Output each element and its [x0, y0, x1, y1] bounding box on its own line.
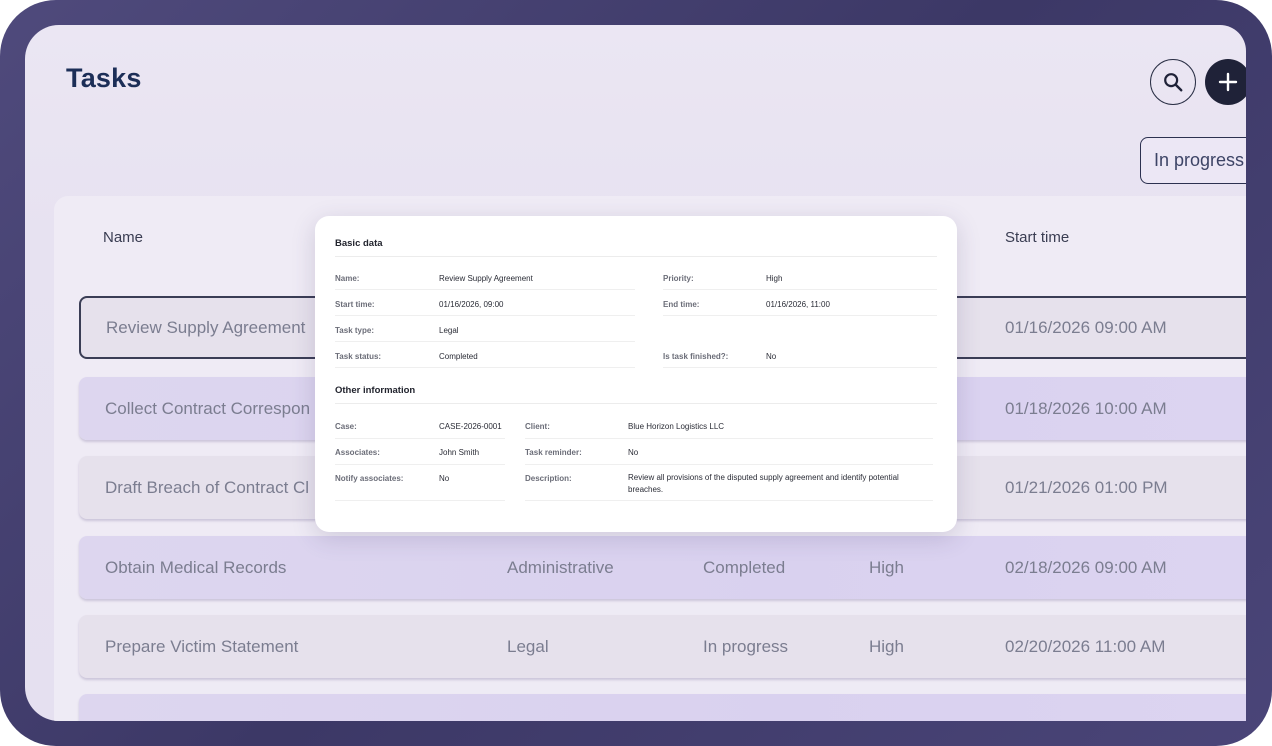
field-label-end-time: End time:	[663, 300, 700, 309]
status-filter-chip[interactable]: In progress	[1140, 137, 1246, 184]
row-name: Draft Breach of Contract Cl	[105, 477, 310, 497]
field-value-task-type: Legal	[439, 326, 459, 335]
row-start-time: 01/18/2026 10:00 AM	[1005, 398, 1167, 418]
row-task-type: Legal	[507, 636, 549, 656]
divider	[525, 500, 933, 501]
divider	[335, 500, 505, 501]
divider	[335, 289, 635, 290]
row-task-type: Administrative	[507, 557, 614, 577]
section-title-other-information: Other information	[335, 385, 416, 396]
field-label-case: Case:	[335, 422, 357, 431]
field-value-case: CASE-2026-0001	[439, 422, 502, 431]
device-frame: Tasks In progress Name Start time Review…	[0, 0, 1272, 746]
field-label-client: Client:	[525, 422, 550, 431]
divider	[525, 464, 933, 465]
row-start-time: 02/18/2026 09:00 AM	[1005, 557, 1167, 577]
row-name: Prepare Victim Statement	[105, 636, 299, 656]
search-icon	[1164, 73, 1183, 92]
row-start-time: 01/21/2026 01:00 PM	[1005, 477, 1168, 497]
field-label-name: Name:	[335, 274, 360, 283]
field-value-associates: John Smith	[439, 448, 480, 457]
divider	[335, 341, 635, 342]
plus-icon	[1218, 72, 1238, 92]
field-value-end-time: 01/16/2026, 11:00	[766, 300, 830, 309]
row-start-time: 01/16/2026 09:00 AM	[1005, 317, 1167, 337]
divider	[335, 367, 635, 368]
table-row[interactable]: Obtain Medical Records Administrative Co…	[79, 536, 1246, 599]
divider	[335, 438, 505, 439]
search-button[interactable]	[1150, 59, 1196, 105]
divider	[335, 464, 505, 465]
table-row[interactable]: Prepare Victim Statement Legal In progre…	[79, 615, 1246, 678]
row-name: Review Supply Agreement	[106, 317, 306, 337]
field-value-start-time: 01/16/2026, 09:00	[439, 300, 504, 309]
divider	[663, 367, 937, 368]
row-task-status: Completed	[703, 557, 786, 577]
row-task-status: In progress	[703, 636, 789, 656]
app-screen: Tasks In progress Name Start time Review…	[25, 25, 1246, 721]
field-label-is-finished: Is task finished?:	[663, 352, 729, 361]
divider	[525, 438, 933, 439]
divider	[335, 403, 937, 404]
task-details-popup: Basic data Name: Review Supply Agreement…	[315, 216, 957, 532]
field-value-priority: High	[766, 274, 783, 283]
field-value-name: Review Supply Agreement	[439, 274, 533, 283]
column-header-start-time[interactable]: Start time	[1005, 229, 1069, 246]
table-row[interactable]	[79, 694, 1246, 721]
section-title-basic-data: Basic data	[335, 238, 383, 249]
field-value-description: Review all provisions of the disputed su…	[628, 473, 899, 494]
row-name: Collect Contract Correspon	[105, 398, 311, 418]
field-label-description: Description:	[525, 474, 572, 483]
row-name: Obtain Medical Records	[105, 557, 287, 577]
divider	[335, 315, 635, 316]
divider	[663, 289, 937, 290]
field-value-is-finished: No	[766, 352, 777, 361]
field-label-priority: Priority:	[663, 274, 694, 283]
field-label-start-time: Start time:	[335, 300, 375, 309]
field-value-client: Blue Horizon Logistics LLC	[628, 422, 725, 431]
page-title: Tasks	[66, 63, 142, 93]
field-value-notify-associates: No	[439, 474, 450, 483]
field-label-associates: Associates:	[335, 448, 380, 457]
field-label-task-type: Task type:	[335, 326, 374, 335]
row-priority: High	[869, 557, 904, 577]
field-label-task-reminder: Task reminder:	[525, 448, 582, 457]
field-label-task-status: Task status:	[335, 352, 382, 361]
add-task-button[interactable]	[1205, 59, 1246, 105]
field-label-notify-associates: Notify associates:	[335, 474, 404, 483]
divider	[663, 315, 937, 316]
field-value-task-status: Completed	[439, 352, 478, 361]
row-start-time: 02/20/2026 11:00 AM	[1005, 636, 1166, 656]
divider	[335, 256, 937, 257]
row-priority: High	[869, 636, 904, 656]
column-header-name[interactable]: Name	[103, 229, 143, 246]
field-value-task-reminder: No	[628, 448, 639, 457]
